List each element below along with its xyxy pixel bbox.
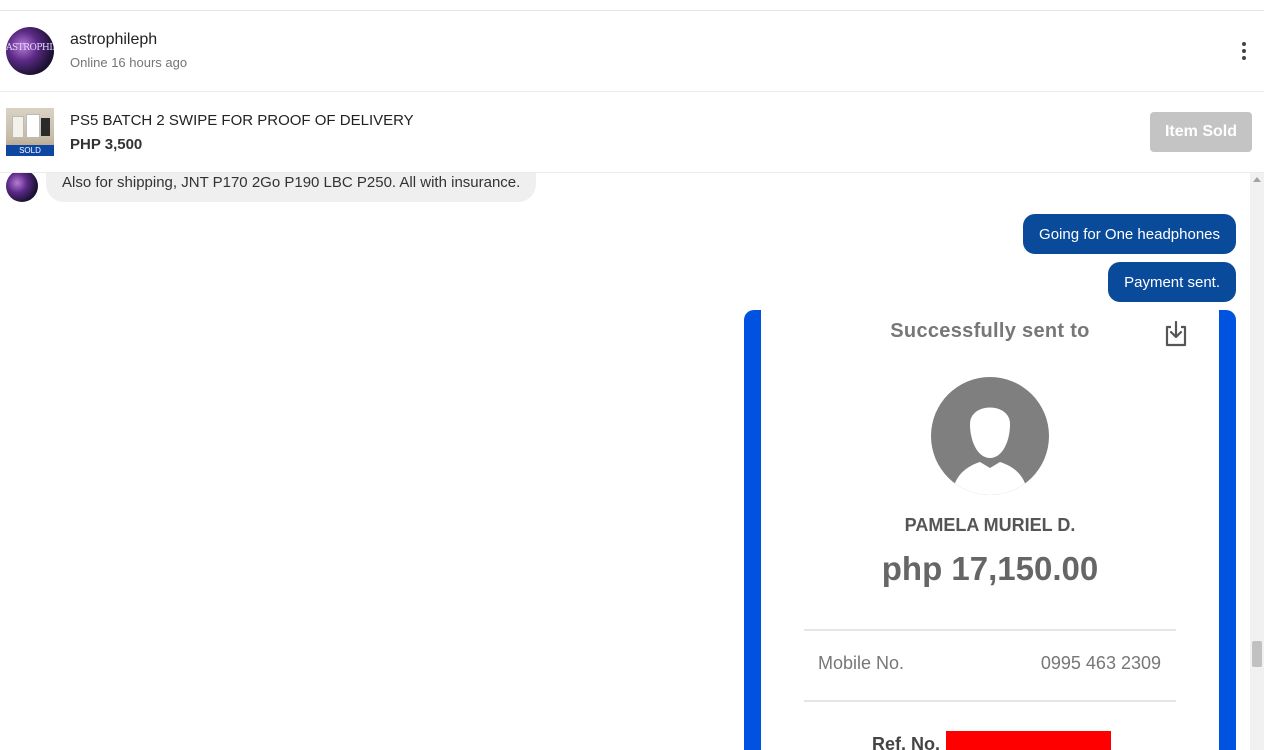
incoming-message: Also for shipping, JNT P170 2Go P190 LBC… <box>46 173 537 202</box>
outgoing-message: Going for One headphones <box>1023 214 1236 254</box>
seller-avatar-text: ASTROPHILE <box>6 43 54 53</box>
seller-status: Online 16 hours ago <box>70 55 188 70</box>
chat-thread[interactable]: Also for shipping, JNT P170 2Go P190 LBC… <box>0 173 1264 750</box>
receipt-title: Successfully sent to <box>890 320 1090 342</box>
mobile-number: 0995 463 2309 <box>1040 653 1161 673</box>
listing-title[interactable]: PS5 BATCH 2 SWIPE FOR PROOF OF DELIVERY <box>70 112 414 129</box>
recipient-name: PAMELA MURIEL D. <box>904 515 1076 535</box>
conversation-header: ASTROPHILE astrophileph Online 16 hours … <box>0 11 1264 92</box>
seller-avatar[interactable]: ASTROPHILE <box>6 27 54 75</box>
download-icon <box>1165 320 1187 347</box>
receipt-card: Successfully sent to PAMELA MURIEL D. ph… <box>761 310 1219 750</box>
sold-badge: SOLD <box>6 145 54 156</box>
divider <box>804 629 1176 631</box>
seller-name[interactable]: astrophileph <box>70 31 157 49</box>
divider <box>804 700 1176 702</box>
ref-label: Ref. No. <box>872 734 941 750</box>
person-placeholder-icon <box>931 377 1049 495</box>
payment-amount: php 17,150.00 <box>881 550 1099 587</box>
payment-receipt-image[interactable]: Successfully sent to PAMELA MURIEL D. ph… <box>744 310 1236 750</box>
sender-avatar <box>6 173 38 202</box>
redaction-box <box>946 731 1111 750</box>
item-sold-button[interactable]: Item Sold <box>1150 112 1252 152</box>
scrollbar-thumb[interactable] <box>1252 641 1262 667</box>
outgoing-message: Payment sent. <box>1108 262 1236 302</box>
listing-thumbnail[interactable]: SOLD <box>6 108 54 156</box>
more-options-icon[interactable] <box>1234 39 1254 63</box>
scroll-up-icon[interactable] <box>1253 177 1261 182</box>
mobile-label: Mobile No. <box>818 653 905 673</box>
top-divider <box>0 0 1264 11</box>
chat-scrollbar[interactable] <box>1250 173 1264 750</box>
listing-bar: SOLD PS5 BATCH 2 SWIPE FOR PROOF OF DELI… <box>0 92 1264 173</box>
listing-price: PHP 3,500 <box>70 136 143 153</box>
